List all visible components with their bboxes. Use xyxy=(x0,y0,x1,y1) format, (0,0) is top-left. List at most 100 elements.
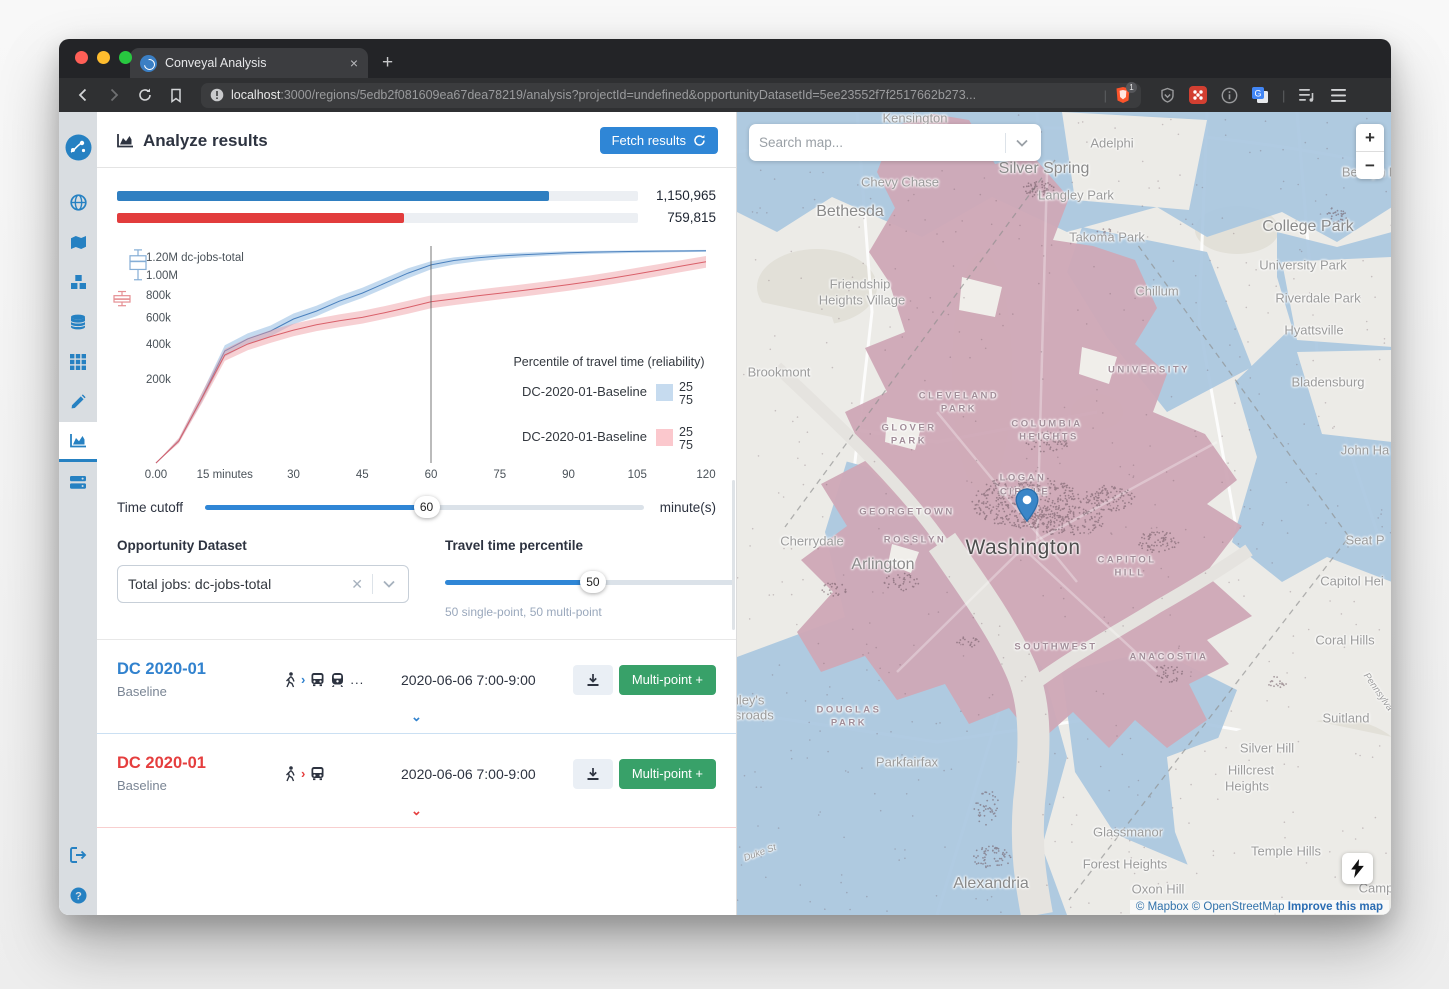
svg-text:400k: 400k xyxy=(146,339,171,351)
multi-point-button[interactable]: Multi-point + xyxy=(619,665,716,695)
reading-list-icon[interactable] xyxy=(1298,86,1316,104)
analysis-title[interactable]: DC 2020-01 xyxy=(117,660,285,679)
minimize-window-button[interactable] xyxy=(97,51,110,64)
browser-tab[interactable]: Conveyal Analysis × xyxy=(130,48,368,78)
slider-fill xyxy=(445,580,593,585)
info-extension-icon[interactable] xyxy=(1220,86,1238,104)
sidebar-item-projects[interactable] xyxy=(59,262,97,302)
total-track xyxy=(117,191,638,201)
mapbox-link[interactable]: © Mapbox xyxy=(1136,901,1189,913)
analysis-title[interactable]: DC 2020-01 xyxy=(117,754,285,773)
expand-chevron-icon[interactable]: ⌄ xyxy=(117,793,716,825)
rewards-icon[interactable] xyxy=(1158,86,1176,104)
red-extension-icon[interactable] xyxy=(1189,86,1207,104)
sidebar-item-edit-modifications[interactable] xyxy=(59,382,97,422)
osm-link[interactable]: © OpenStreetMap xyxy=(1192,901,1285,913)
sidebar-item-network-bundles[interactable] xyxy=(59,302,97,342)
download-button[interactable] xyxy=(573,665,613,695)
map-label: Arlington xyxy=(851,556,914,574)
bookmark-button[interactable] xyxy=(164,83,188,107)
rail-icon xyxy=(330,672,345,687)
sidebar-item-region-map[interactable] xyxy=(59,222,97,262)
map-label: SOUTHWEST xyxy=(1014,642,1097,653)
site-info-icon[interactable] xyxy=(210,88,224,102)
download-icon xyxy=(586,767,600,781)
improve-map-link[interactable]: Improve this map xyxy=(1288,901,1383,913)
close-window-button[interactable] xyxy=(75,51,88,64)
map-label: Silver Hill xyxy=(1240,741,1294,756)
map-label: Adelphi xyxy=(1090,136,1133,151)
analysis-main: DC 2020-01 Baseline › 2020-06-06 7:00-9:… xyxy=(117,754,716,793)
url-text: localhost:3000/regions/5edb2f081609ea67d… xyxy=(231,88,1097,102)
regional-analysis-row-1: DC 2020-01 Baseline › ... 2020-06-06 7:0… xyxy=(97,640,736,734)
download-button[interactable] xyxy=(573,759,613,789)
grid-icon xyxy=(70,354,86,370)
map-label: Heights Village xyxy=(819,293,905,308)
back-button[interactable] xyxy=(71,83,95,107)
analysis-head: DC 2020-01 Baseline xyxy=(117,754,285,793)
percentile-slider[interactable]: 50 xyxy=(445,571,735,593)
fetch-results-button[interactable]: Fetch results xyxy=(600,127,718,154)
bus-icon xyxy=(310,672,325,687)
chevron-down-icon[interactable] xyxy=(1006,139,1031,147)
forward-button[interactable] xyxy=(102,83,126,107)
analysis-head: DC 2020-01 Baseline xyxy=(117,660,285,699)
database-icon xyxy=(70,314,86,330)
time-cutoff-handle[interactable]: 60 xyxy=(414,496,440,518)
map-search-input[interactable] xyxy=(759,135,1005,150)
total-row-blue: 1,150,965 xyxy=(117,188,716,203)
translate-extension-icon[interactable]: G xyxy=(1251,86,1269,104)
maximize-window-button[interactable] xyxy=(119,51,132,64)
percentile-handle[interactable]: 50 xyxy=(580,571,606,593)
map-pin[interactable] xyxy=(1014,488,1040,523)
menu-icon[interactable] xyxy=(1329,86,1347,104)
sidebar-item-analyze[interactable] xyxy=(59,422,97,462)
new-tab-button[interactable]: + xyxy=(382,52,393,74)
map-label: John Ha xyxy=(1341,443,1389,458)
svg-text:75: 75 xyxy=(679,438,693,452)
time-cutoff-label: Time cutoff xyxy=(117,500,189,515)
svg-text:1.00M: 1.00M xyxy=(146,270,178,282)
panel-scrollbar[interactable] xyxy=(732,480,735,630)
clear-icon[interactable]: ✕ xyxy=(342,576,372,593)
lightning-icon xyxy=(1351,859,1364,878)
time-cutoff-unit: minute(s) xyxy=(660,500,716,515)
expand-chevron-icon[interactable]: ⌄ xyxy=(117,699,716,731)
svg-text:15 minutes: 15 minutes xyxy=(197,469,254,481)
time-cutoff-slider[interactable]: 60 xyxy=(205,496,644,518)
isochrone-toggle-button[interactable] xyxy=(1342,853,1373,884)
map-zoom-control: + − xyxy=(1356,124,1384,179)
more-modes-icon: ... xyxy=(350,672,364,687)
chevron-right-icon: › xyxy=(301,766,305,781)
chevron-down-icon[interactable] xyxy=(373,580,398,588)
zoom-in-button[interactable]: + xyxy=(1356,124,1384,151)
multi-point-button[interactable]: Multi-point + xyxy=(619,759,716,789)
sidebar-item-sign-out[interactable] xyxy=(59,835,97,875)
map-label: Seat P xyxy=(1345,533,1384,548)
map-search-box[interactable] xyxy=(749,124,1041,161)
page-title: Analyze results xyxy=(143,131,600,151)
sidebar-item-regions[interactable] xyxy=(59,182,97,222)
map-label: PARK xyxy=(831,718,867,729)
conveyal-logo[interactable] xyxy=(59,112,97,182)
url-bar[interactable]: localhost:3000/regions/5edb2f081609ea67d… xyxy=(201,83,1141,108)
map-label: Bethesda xyxy=(816,203,884,221)
sidebar-item-opportunity-datasets[interactable] xyxy=(59,342,97,382)
zoom-out-button[interactable]: − xyxy=(1356,152,1384,179)
reload-button[interactable] xyxy=(133,83,157,107)
sidebar-item-help[interactable]: ? xyxy=(59,875,97,915)
svg-text:Percentile of travel time (rel: Percentile of travel time (reliability) xyxy=(513,355,704,369)
percentile-label: Travel time percentile xyxy=(445,538,735,553)
tab-close-icon[interactable]: × xyxy=(350,55,358,71)
total-value-blue: 1,150,965 xyxy=(638,188,716,203)
map-label: CAPITOL xyxy=(1097,555,1156,566)
map-label: Washington xyxy=(965,536,1080,560)
total-row-red: 759,815 xyxy=(117,210,716,225)
map[interactable]: KensingtonChevy ChaseSilver SpringBethes… xyxy=(737,112,1391,915)
opportunity-dataset-select[interactable]: Total jobs: dc-jobs-total ✕ xyxy=(117,565,409,603)
svg-text:60: 60 xyxy=(425,469,438,481)
brave-shield-icon[interactable]: 1 xyxy=(1114,86,1132,104)
map-label: UNIVERSITY xyxy=(1108,365,1190,376)
map-attribution: © Mapbox © OpenStreetMap Improve this ma… xyxy=(1130,900,1389,914)
sidebar-item-regional-analyses[interactable] xyxy=(59,462,97,502)
